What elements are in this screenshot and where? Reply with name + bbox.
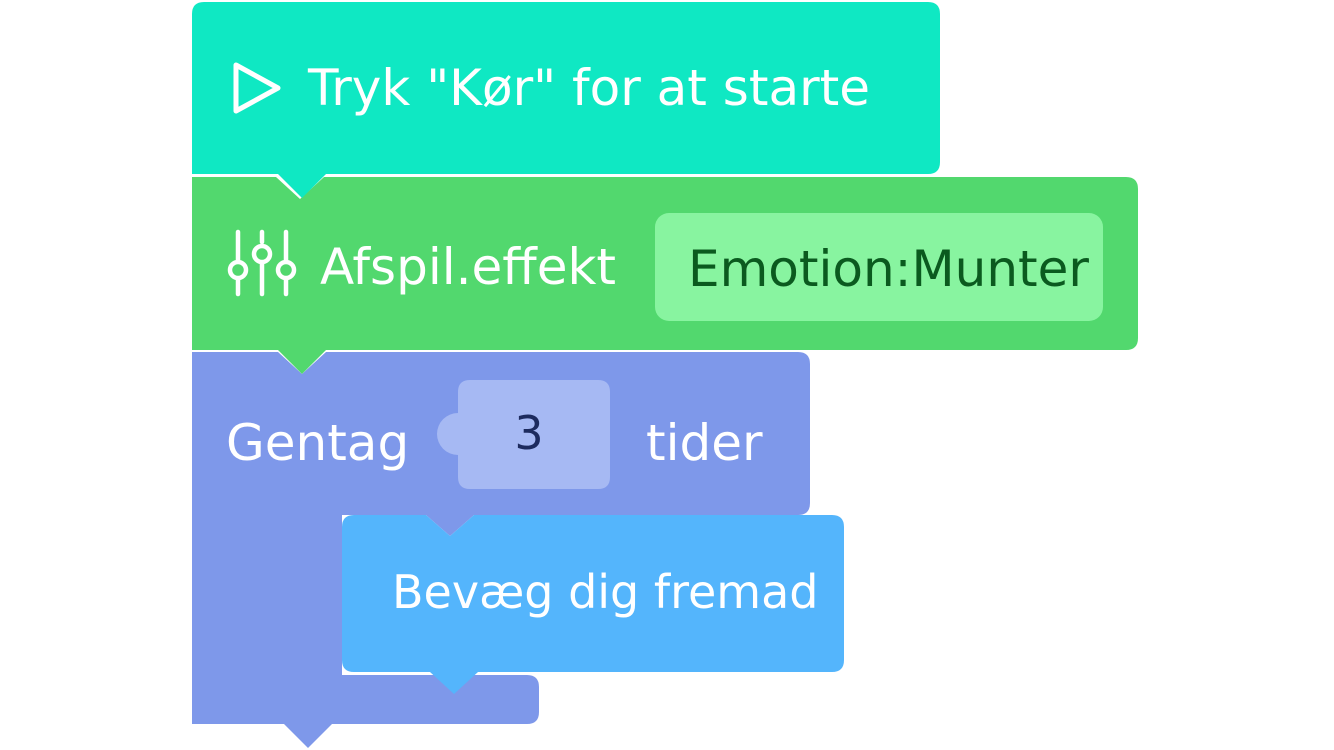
repeat-block-suffix: tider	[646, 414, 763, 472]
effect-value-text[interactable]: Emotion:Munter	[688, 244, 1089, 294]
move-block-label: Bevæg dig fremad	[392, 565, 819, 619]
repeat-block-label: Gentag	[226, 414, 410, 472]
sliders-icon	[227, 229, 297, 297]
play-icon	[233, 62, 281, 114]
effect-block-label: Afspil.effekt	[320, 238, 617, 296]
block-workspace: Tryk "Kør" for at starte Afspil.effekt E…	[0, 0, 1334, 750]
start-block-label: Tryk "Kør" for at starte	[308, 59, 871, 117]
repeat-count-value[interactable]: 3	[488, 410, 570, 456]
